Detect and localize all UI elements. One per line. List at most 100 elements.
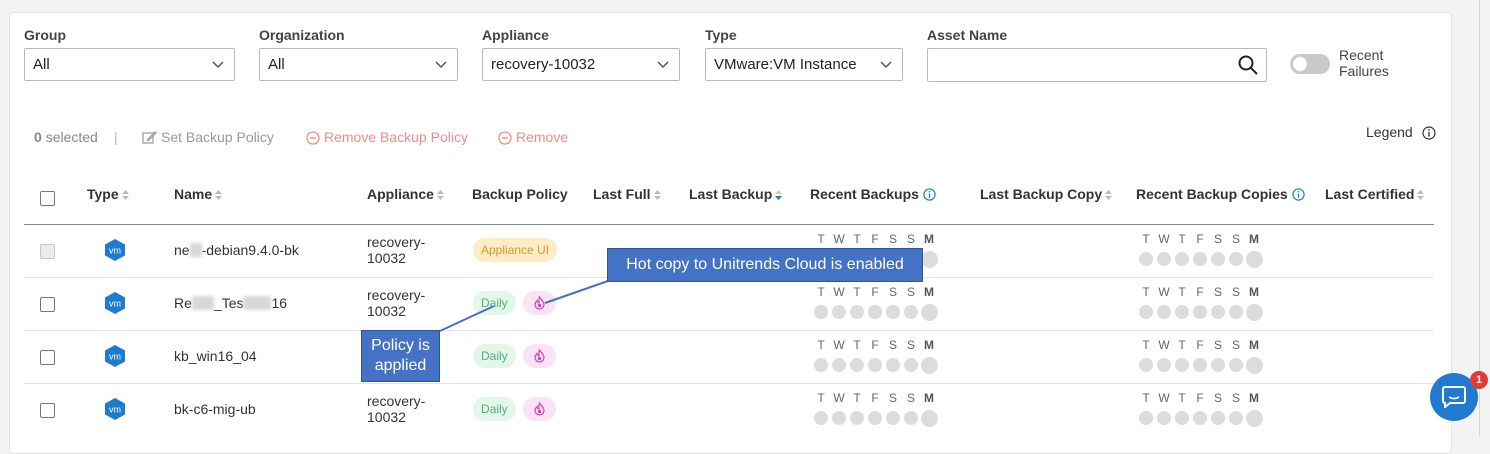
set-backup-policy-button[interactable]: Set Backup Policy xyxy=(142,129,274,145)
backup-status-dot[interactable] xyxy=(1157,411,1171,425)
backup-status-dot[interactable] xyxy=(814,358,828,372)
backup-status-dot[interactable] xyxy=(850,305,864,319)
day-letter: M xyxy=(924,232,934,246)
recent-failures-toggle[interactable] xyxy=(1290,54,1330,74)
selected-number: 0 xyxy=(34,129,42,145)
policy-badge[interactable]: Appliance UI xyxy=(473,238,558,262)
day-letter: S xyxy=(906,232,915,246)
minus-circle-icon xyxy=(306,131,320,145)
col-last-full[interactable]: Last Full xyxy=(593,186,661,202)
asset-name[interactable]: Re _Tes 16 xyxy=(174,295,287,311)
backup-status-dot[interactable] xyxy=(1246,251,1263,268)
backup-status-dot[interactable] xyxy=(1211,358,1225,372)
info-icon[interactable] xyxy=(923,188,936,201)
backup-status-dot[interactable] xyxy=(1175,358,1189,372)
asset-name-end: -debian9.4.0-bk xyxy=(201,242,299,258)
backup-status-dot[interactable] xyxy=(921,304,938,321)
backup-status-dot[interactable] xyxy=(904,411,918,425)
backup-status-dot[interactable] xyxy=(832,358,846,372)
col-last-certified[interactable]: Last Certified xyxy=(1325,186,1425,202)
group-select[interactable]: All xyxy=(24,48,235,81)
backup-status-dot[interactable] xyxy=(1175,252,1189,266)
backup-status-dot[interactable] xyxy=(921,357,938,374)
backup-status-dot[interactable] xyxy=(1139,305,1153,319)
backup-status-dot[interactable] xyxy=(1157,305,1171,319)
backup-status-dot[interactable] xyxy=(1229,305,1243,319)
backup-status-dot[interactable] xyxy=(1157,358,1171,372)
col-appliance[interactable]: Appliance xyxy=(367,186,444,202)
appliance-select[interactable]: recovery-10032 xyxy=(482,48,680,81)
backup-status-dot[interactable] xyxy=(1246,357,1263,374)
hot-copy-badge[interactable] xyxy=(523,397,556,421)
backup-status-dot[interactable] xyxy=(921,251,938,268)
policy-badge[interactable]: Daily xyxy=(473,344,516,368)
backup-status-dot[interactable] xyxy=(1157,252,1171,266)
col-last-backup[interactable]: Last Backup xyxy=(689,186,783,202)
backup-status-dot[interactable] xyxy=(1246,410,1263,427)
backup-status-dot[interactable] xyxy=(1211,411,1225,425)
backup-status-dot[interactable] xyxy=(832,305,846,319)
select-all-checkbox[interactable] xyxy=(40,191,55,206)
backup-status-dot[interactable] xyxy=(1175,411,1189,425)
backup-status-dot[interactable] xyxy=(1193,252,1207,266)
backup-status-dot[interactable] xyxy=(1211,305,1225,319)
day-letter: F xyxy=(1196,338,1204,352)
organization-select[interactable]: All xyxy=(259,48,458,81)
asset-name-input[interactable] xyxy=(927,48,1267,82)
appliance-label: Appliance xyxy=(482,27,549,43)
legend-button[interactable]: Legend xyxy=(1366,124,1436,140)
row-checkbox[interactable] xyxy=(40,403,55,418)
col-type[interactable]: Type xyxy=(87,186,129,202)
backup-status-dot[interactable] xyxy=(1193,358,1207,372)
recent-failures-label: Recent Failures xyxy=(1339,47,1409,79)
col-last-backup-copy[interactable]: Last Backup Copy xyxy=(980,186,1113,202)
backup-status-dot[interactable] xyxy=(868,305,882,319)
hot-copy-badge[interactable] xyxy=(523,344,556,368)
type-select[interactable]: VMware:VM Instance xyxy=(705,48,903,81)
backup-status-dot[interactable] xyxy=(1175,305,1189,319)
backup-status-dot[interactable] xyxy=(904,358,918,372)
backup-status-dot[interactable] xyxy=(868,358,882,372)
backup-status-dot[interactable] xyxy=(886,305,900,319)
col-appliance-label: Appliance xyxy=(367,186,434,202)
day-letter: T xyxy=(853,232,861,246)
backup-status-dot[interactable] xyxy=(1139,252,1153,266)
backup-status-dot[interactable] xyxy=(850,411,864,425)
col-last-backup-label: Last Backup xyxy=(689,186,773,202)
backup-status-dot[interactable] xyxy=(1229,411,1243,425)
backup-status-dot[interactable] xyxy=(904,305,918,319)
backup-status-dot[interactable] xyxy=(814,305,828,319)
backup-status-dot[interactable] xyxy=(1246,304,1263,321)
backup-status-dot[interactable] xyxy=(1229,358,1243,372)
policy-badge[interactable]: Daily xyxy=(473,397,516,421)
appliance-line2: 10032 xyxy=(367,250,406,266)
asset-name[interactable]: ne -debian9.4.0-bk xyxy=(174,242,299,258)
backup-status-dot[interactable] xyxy=(1229,252,1243,266)
info-icon[interactable] xyxy=(1292,188,1305,201)
day-letter: T xyxy=(1142,338,1150,352)
row-checkbox[interactable] xyxy=(40,297,55,312)
backup-status-dot[interactable] xyxy=(1139,358,1153,372)
backup-status-dot[interactable] xyxy=(886,411,900,425)
type-value: VMware:VM Instance xyxy=(714,56,857,73)
asset-name[interactable]: kb_win16_04 xyxy=(174,348,257,364)
search-icon[interactable] xyxy=(1238,55,1258,75)
remove-button[interactable]: Remove xyxy=(498,129,568,145)
backup-status-dot[interactable] xyxy=(814,411,828,425)
col-name[interactable]: Name xyxy=(174,186,223,202)
recent-failures-label-line1: Recent xyxy=(1339,47,1384,63)
remove-backup-policy-button[interactable]: Remove Backup Policy xyxy=(306,129,468,145)
backup-status-dot[interactable] xyxy=(1193,305,1207,319)
backup-status-dot[interactable] xyxy=(850,358,864,372)
row-checkbox[interactable] xyxy=(40,350,55,365)
policy-badge[interactable]: Daily xyxy=(473,291,516,315)
backup-status-dot[interactable] xyxy=(921,410,938,427)
backup-status-dot[interactable] xyxy=(1193,411,1207,425)
asset-name[interactable]: bk-c6-mig-ub xyxy=(174,401,256,417)
hot-copy-badge[interactable] xyxy=(523,291,556,315)
backup-status-dot[interactable] xyxy=(1139,411,1153,425)
backup-status-dot[interactable] xyxy=(868,411,882,425)
backup-status-dot[interactable] xyxy=(832,411,846,425)
backup-status-dot[interactable] xyxy=(886,358,900,372)
backup-status-dot[interactable] xyxy=(1211,252,1225,266)
